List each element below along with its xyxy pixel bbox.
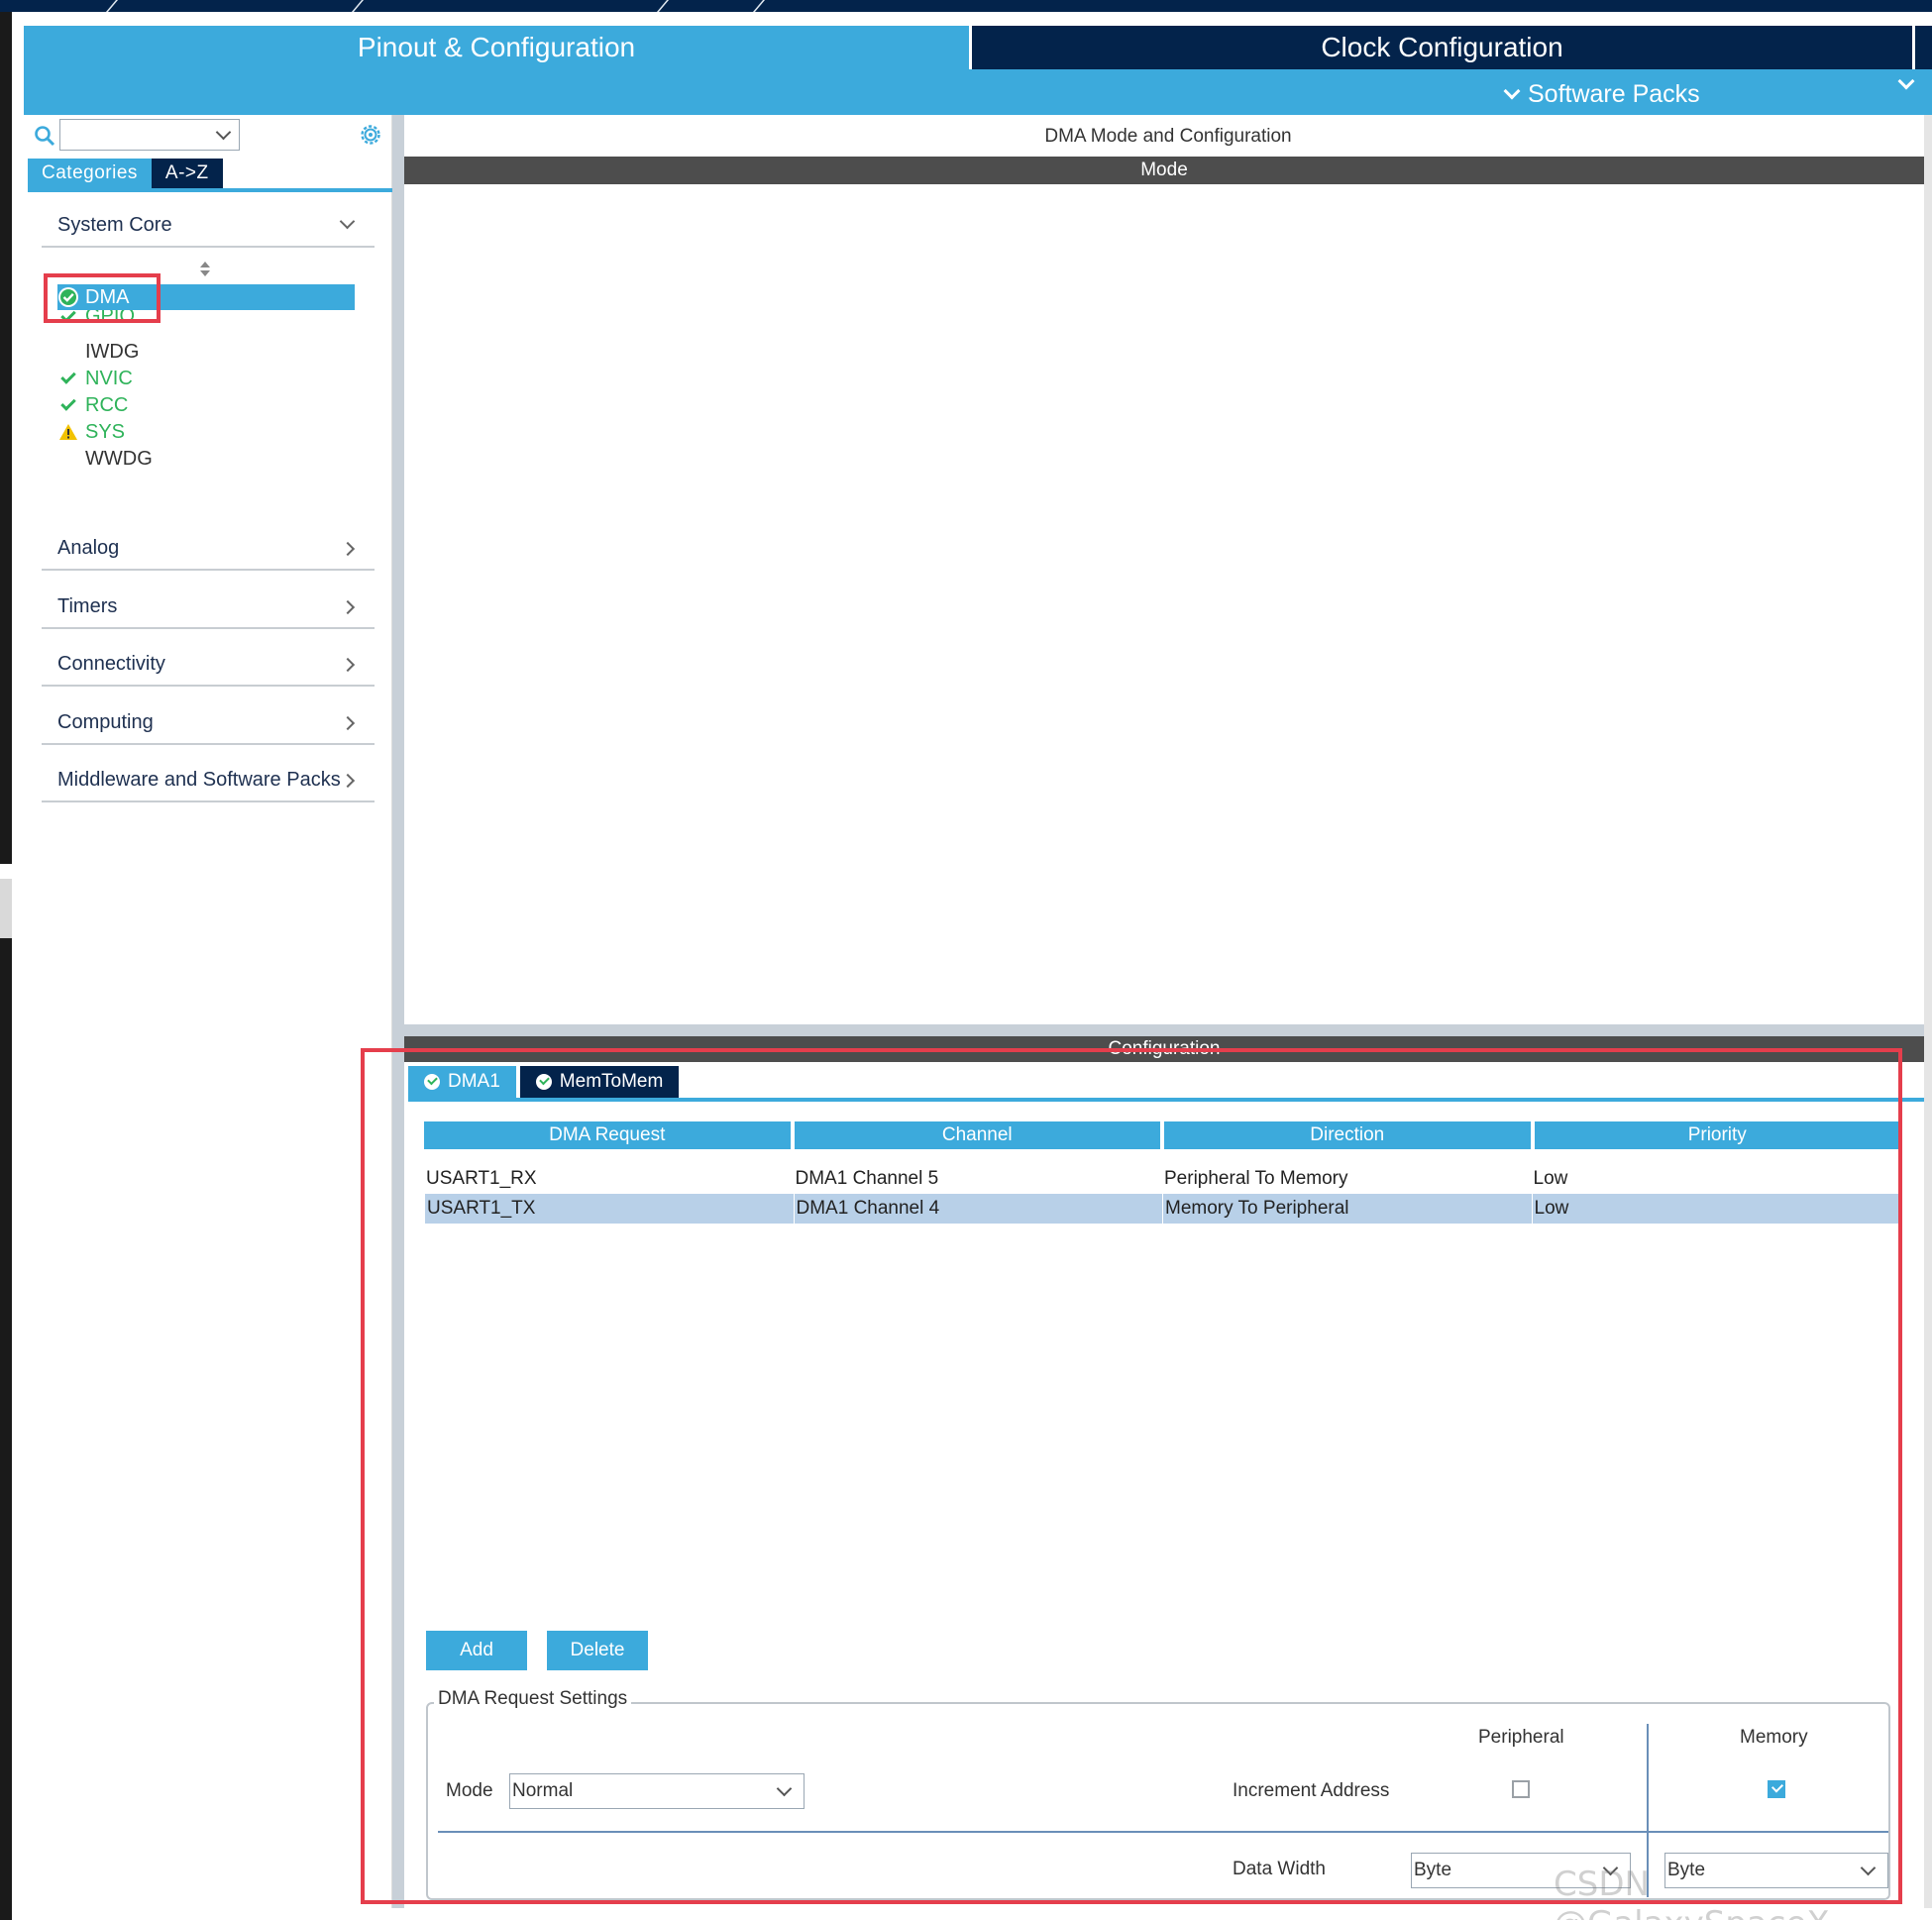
section-label: Computing (57, 710, 154, 733)
sidebar-item-nvic[interactable]: NVIC (57, 366, 133, 391)
sidebar-item-rcc[interactable]: RCC (57, 392, 128, 418)
section-label: Analog (57, 536, 120, 559)
section-computing[interactable]: Computing (42, 701, 375, 745)
highlight-box-configuration (361, 1048, 1902, 1904)
tab-categories[interactable]: Categories (28, 159, 152, 188)
section-label: Timers (57, 594, 118, 617)
chevron-down-icon (215, 124, 232, 141)
sort-icon[interactable] (198, 262, 212, 281)
sidebar-item-label: WWDG (85, 447, 153, 470)
sidebar-item-label: IWDG (85, 340, 140, 363)
section-analog[interactable]: Analog (42, 527, 375, 571)
gear-icon[interactable] (357, 121, 384, 149)
section-label: System Core (57, 213, 172, 236)
check-icon (57, 394, 79, 416)
sidebar-item-label: NVIC (85, 367, 133, 389)
chevron-right-icon (340, 715, 356, 731)
sidebar-item-wwdg[interactable]: WWDG (57, 446, 153, 472)
check-icon (57, 368, 79, 389)
chevron-right-icon (340, 541, 356, 557)
tab-pinout-configuration[interactable]: Pinout & Configuration (24, 26, 969, 69)
watermark: CSDN @GalaxySpaceX (1554, 1865, 1830, 1920)
sidebar-item-label: SYS (85, 420, 126, 443)
sidebar-item-sys[interactable]: SYS (57, 419, 125, 445)
chevron-right-icon (340, 657, 356, 673)
section-connectivity[interactable]: Connectivity (42, 643, 375, 687)
tab-next-edge[interactable] (1912, 26, 1932, 69)
page-title: DMA Mode and Configuration (1044, 126, 1292, 147)
left-edge (0, 12, 24, 1920)
mode-panel (404, 184, 1924, 1024)
chevron-down-icon (1503, 82, 1521, 100)
warning-icon (57, 421, 79, 443)
section-system-core[interactable]: System Core (42, 204, 375, 248)
sidebar: Categories A->Z System Core DMA GPIO IWD… (24, 115, 394, 1908)
software-packs-label: Software Packs (1528, 79, 1700, 108)
software-packs-menu[interactable]: Software Packs (1503, 77, 1700, 111)
section-label: Middleware and Software Packs (57, 768, 341, 791)
chevron-down-icon (339, 213, 356, 230)
tab-clock-configuration[interactable]: Clock Configuration (969, 26, 1912, 69)
search-icon[interactable] (34, 125, 55, 147)
sidebar-item-label: RCC (85, 393, 129, 416)
chevron-right-icon (340, 773, 356, 789)
chevron-down-icon[interactable] (1897, 72, 1915, 90)
chevron-right-icon (340, 599, 356, 615)
section-timers[interactable]: Timers (42, 586, 375, 629)
mode-section-bar: Mode (404, 157, 1924, 184)
search-input[interactable] (59, 119, 240, 151)
section-middleware[interactable]: Middleware and Software Packs (42, 759, 375, 802)
title-strip (0, 0, 1932, 12)
section-label: Connectivity (57, 652, 165, 675)
highlight-box-dma (44, 273, 161, 323)
tab-a-z[interactable]: A->Z (151, 159, 223, 188)
scrollbar[interactable] (1924, 115, 1932, 1908)
horizontal-splitter[interactable] (404, 1024, 1924, 1036)
tab-underline (28, 188, 394, 192)
sidebar-item-iwdg[interactable]: IWDG (57, 339, 139, 365)
